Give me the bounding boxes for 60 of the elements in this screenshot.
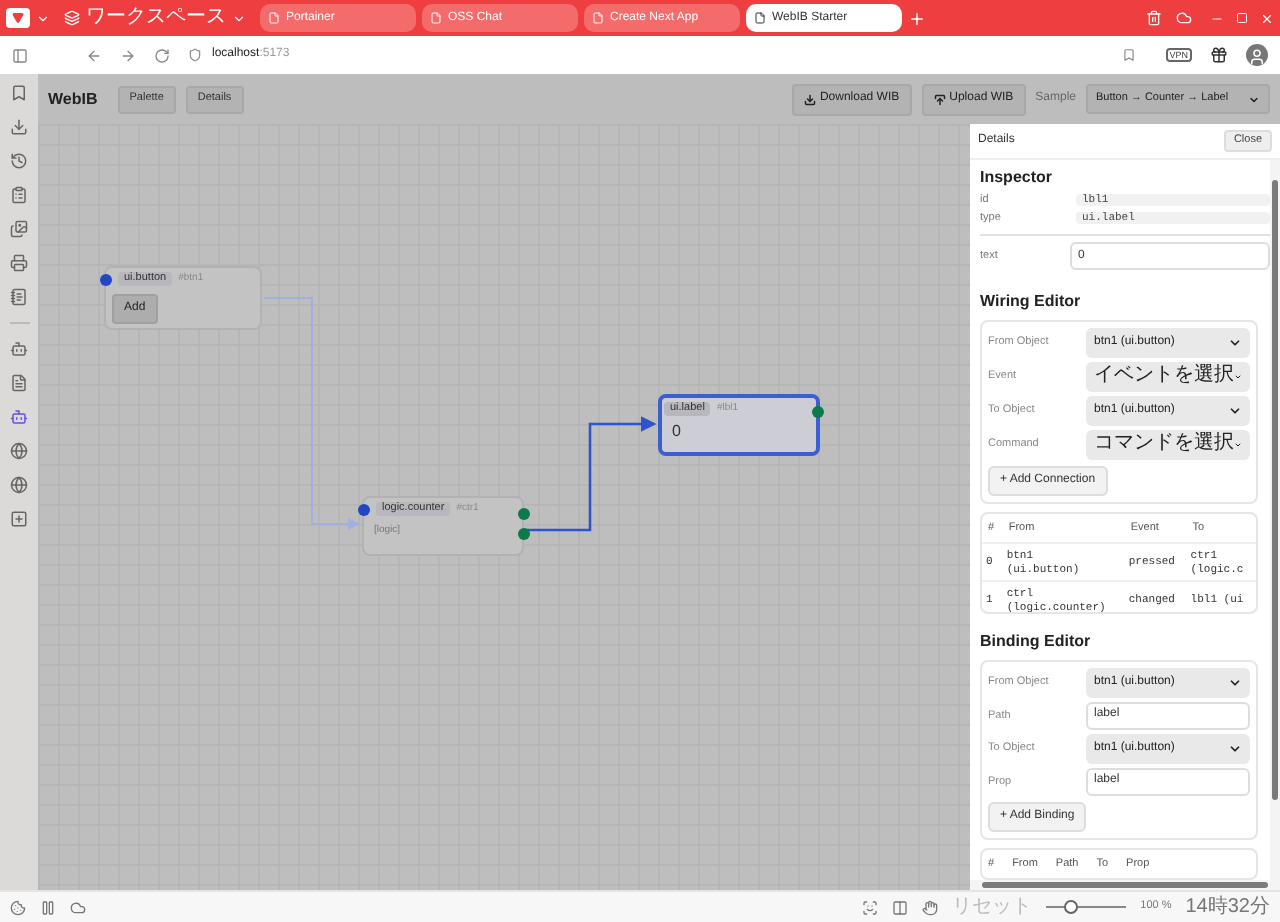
layers-icon (64, 10, 80, 26)
download-icon (803, 93, 816, 105)
avatar-icon[interactable] (1246, 44, 1268, 66)
section-heading: Binding Editor (980, 629, 1093, 654)
chevron-icon (232, 11, 246, 25)
forward-icon[interactable] (120, 47, 136, 63)
robot-icon[interactable] (10, 340, 28, 358)
globe-icon[interactable] (10, 476, 28, 494)
notebook-icon[interactable] (10, 288, 28, 306)
select-field[interactable]: コマンドを選択 (1086, 429, 1250, 460)
page-icon (754, 12, 766, 24)
pause-icon[interactable] (40, 899, 56, 915)
trash-icon[interactable] (1146, 10, 1162, 26)
chevron-icon (1248, 93, 1260, 105)
input-port (358, 503, 370, 516)
shield-icon (188, 48, 202, 62)
upload-icon (933, 93, 946, 105)
new-tab-icon[interactable] (908, 9, 926, 27)
cookie-icon[interactable] (10, 899, 26, 915)
chevron-icon (1228, 335, 1242, 350)
hand-icon[interactable] (922, 899, 939, 915)
maximize-icon[interactable] (1236, 12, 1248, 24)
document-icon[interactable] (10, 374, 28, 392)
back-icon[interactable] (86, 47, 102, 63)
slider-thumb[interactable] (1064, 900, 1079, 914)
images-icon[interactable] (10, 220, 28, 238)
chevron-icon (1228, 403, 1242, 418)
tiling-icon[interactable] (892, 899, 909, 915)
chevron-icon (1228, 675, 1242, 690)
chevron-icon (36, 11, 50, 25)
chevron-icon (1228, 741, 1242, 756)
add-panel-icon[interactable] (10, 510, 28, 528)
browser-menu-button[interactable] (6, 8, 30, 28)
reload-icon[interactable] (154, 47, 170, 63)
connector (524, 416, 657, 532)
page-icon (268, 12, 280, 24)
section-heading: Inspector (980, 166, 1055, 190)
page-icon (592, 12, 604, 24)
download-icon[interactable] (10, 118, 28, 136)
close-icon[interactable] (1260, 11, 1274, 25)
globe-icon[interactable] (10, 442, 28, 460)
cloud-icon[interactable] (70, 899, 86, 915)
panel-icon[interactable] (12, 47, 28, 63)
gift-icon[interactable] (1210, 46, 1228, 64)
bookmark-icon[interactable] (1121, 48, 1136, 62)
input-port (100, 273, 112, 286)
output-port (812, 406, 824, 418)
select-field[interactable]: イベントを選択 (1086, 361, 1250, 392)
page-icon (430, 12, 442, 24)
clipboard-icon[interactable] (10, 186, 28, 204)
printer-icon[interactable] (10, 254, 28, 272)
clock-text: 14時32分 (1185, 897, 1270, 917)
app-title: WebIB (48, 87, 98, 111)
history-icon[interactable] (10, 152, 28, 170)
section-heading: Wiring Editor (980, 289, 1083, 314)
label-value: 0 (672, 419, 681, 443)
capture-icon[interactable] (862, 899, 879, 915)
workspace-button[interactable]: ワークスペース (56, 8, 254, 28)
logo-icon (12, 12, 24, 24)
bookmark-icon[interactable] (10, 84, 28, 102)
